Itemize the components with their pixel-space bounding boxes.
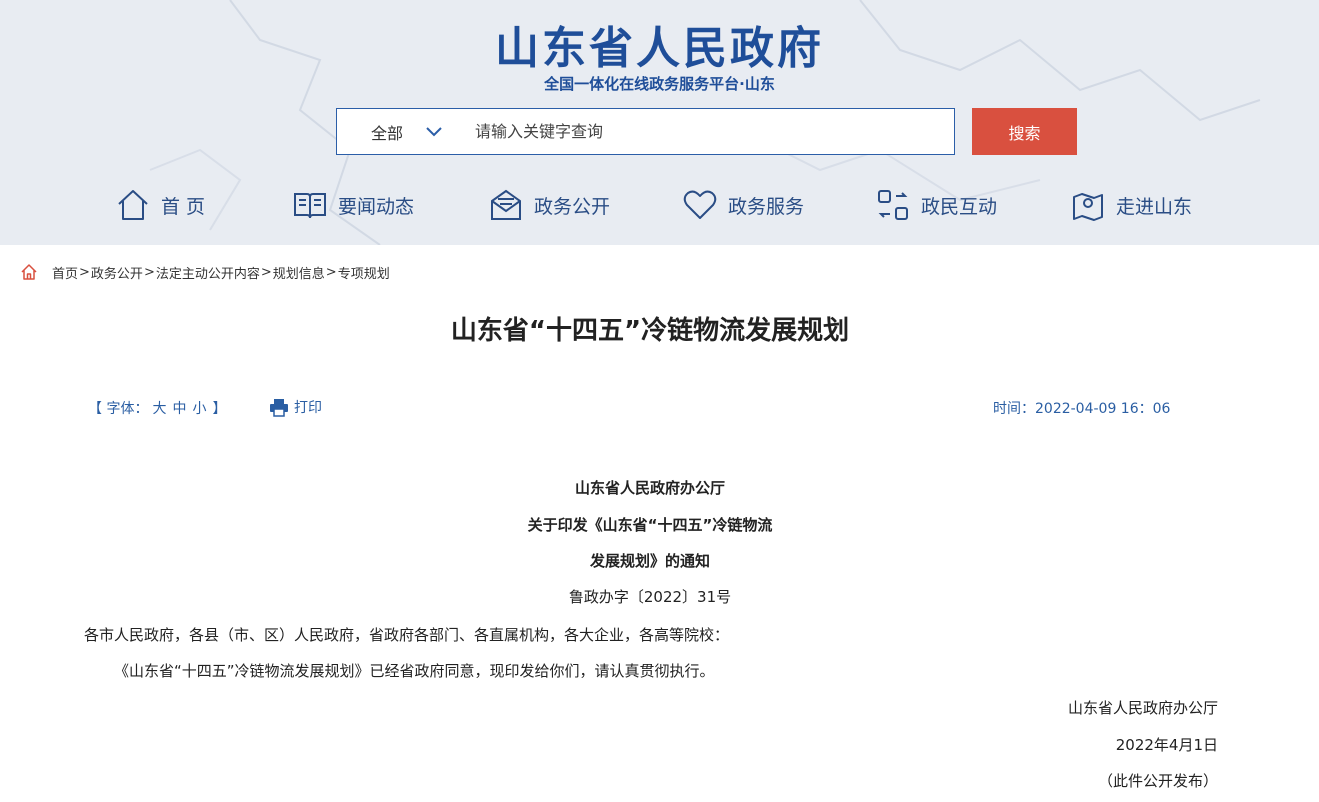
heart-icon [683,190,717,219]
nav-item-label: 政务公开 [534,195,611,218]
article-title: 山东省“十四五”冷链物流发展规划 [450,316,850,346]
font-size-control: 【 字体： 大 中 小 】 [88,398,226,418]
print-button[interactable]: 打印 [268,396,322,418]
breadcrumb-separator: > [143,264,155,280]
notice-title-line2: 发展规划》的通知 [589,552,710,570]
doc-issuer: 山东省人民政府办公厅 [574,479,725,497]
nav-item-interaction[interactable]: 政民互动 [875,180,997,230]
search-button[interactable]: 搜索 [972,108,1077,155]
breadcrumb-special-plan[interactable]: 专项规划 [338,263,390,282]
map-pin-icon [1073,193,1103,221]
home-icon [118,190,148,220]
nav-item-open-gov[interactable]: 政务公开 [488,180,610,230]
notice-title-line1: 关于印发《山东省“十四五”冷链物流 [527,516,773,534]
nav-item-news[interactable]: 要闻动态 [292,180,414,230]
mail-icon [491,189,521,220]
search-scope-label: 全部 [371,123,404,143]
chevron-down-icon [426,126,442,136]
breadcrumb: 首页 > 政务公开 > 法定主动公开内容 > 规划信息 > 专项规划 [20,262,390,282]
nav-item-label: 首 页 [161,195,206,218]
nav-item-label: 政务服务 [728,195,805,218]
nav-item-label: 走进山东 [1116,195,1193,218]
publish-time: 时间：2022-04-09 16：06 [993,401,1171,417]
breadcrumb-home[interactable]: 首页 [52,263,78,282]
home-icon[interactable] [20,263,38,281]
doc-note: （此件公开发布） [1097,772,1218,790]
search-input[interactable] [467,109,947,154]
breadcrumb-legal-disclosure[interactable]: 法定主动公开内容 [156,263,260,282]
exchange-icon [878,190,908,220]
nav-item-label: 政民互动 [921,195,998,218]
doc-addressee: 各市人民政府，各县（市、区）人民政府，省政府各部门、各直属机构，各大企业，各高等… [84,626,730,644]
font-size-label: 【 字体： [88,401,149,417]
font-large-button[interactable]: 大 [152,398,166,418]
nav-item-label: 要闻动态 [338,195,415,218]
breadcrumb-planning-info[interactable]: 规划信息 [273,263,325,282]
doc-signature: 山东省人民政府办公厅 [1067,699,1218,717]
doc-date: 2022年4月1日 [1115,736,1218,754]
nav-item-home[interactable]: 首 页 [115,180,205,230]
font-small-button[interactable]: 小 [192,398,206,418]
site-header: 山东省人民政府 全国一体化在线政务服务平台·山东 全部 搜索 首 页 要闻动态 … [0,0,1319,245]
nav-item-about-shandong[interactable]: 走进山东 [1070,180,1192,230]
breadcrumb-separator: > [260,264,272,280]
site-title: 山东省人民政府 [495,23,824,74]
font-size-label-close: 】 [212,401,227,417]
print-label: 打印 [294,400,322,416]
breadcrumb-separator: > [79,264,90,280]
breadcrumb-separator: > [325,264,337,280]
search-box: 全部 [336,108,955,155]
printer-icon [270,399,288,417]
doc-number: 鲁政办字〔2022〕31号 [568,588,732,606]
main-nav: 首 页 要闻动态 政务公开 政务服务 政民互动 走进山东 [0,180,1319,230]
site-subtitle: 全国一体化在线政务服务平台·山东 [544,75,775,93]
breadcrumb-open-gov[interactable]: 政务公开 [91,263,143,282]
search-scope-select[interactable]: 全部 [337,109,467,154]
doc-body: 《山东省“十四五”冷链物流发展规划》已经省政府同意，现印发给你们，请认真贯彻执行… [114,662,715,680]
nav-item-services[interactable]: 政务服务 [682,180,804,230]
font-medium-button[interactable]: 中 [172,398,186,418]
book-icon [294,193,326,219]
